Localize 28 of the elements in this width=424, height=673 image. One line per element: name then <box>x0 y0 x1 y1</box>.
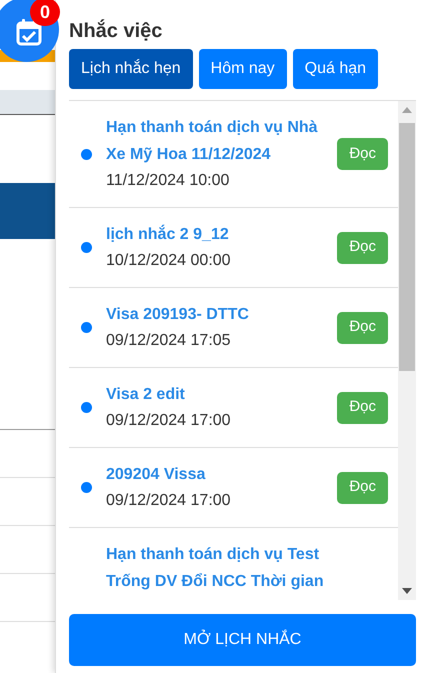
reminder-title[interactable]: lịch nhắc 2 9_12 <box>106 221 332 248</box>
scrollbar-thumb[interactable] <box>399 123 415 371</box>
reminder-time: 09/12/2024 17:00 <box>106 491 232 511</box>
read-button[interactable]: Đọc <box>337 138 388 170</box>
read-button[interactable]: Đọc <box>337 232 388 264</box>
scrollbar[interactable] <box>398 101 416 600</box>
panel-title: Nhắc việc <box>69 19 164 43</box>
reminder-time: 09/12/2024 17:00 <box>106 411 232 431</box>
reminder-title[interactable]: Hạn thanh toán dịch vụ Test Trống DV Đổi NCC Thời gian <box>106 541 326 595</box>
read-button[interactable]: Đọc <box>337 472 388 504</box>
selected-row <box>0 183 55 239</box>
open-reminders-button[interactable]: MỞ LỊCH NHẮC <box>69 614 416 666</box>
reminder-title[interactable]: 209204 Vissa <box>106 461 332 488</box>
reminder-title[interactable]: Visa 209193- DTTC <box>106 301 332 328</box>
reminder-time: 10/12/2024 00:00 <box>106 251 232 271</box>
tab[interactable]: Hôm nay <box>198 49 287 89</box>
calendar-check-icon <box>16 18 42 46</box>
scroll-up-icon[interactable] <box>402 107 412 113</box>
table-header <box>0 90 55 115</box>
read-button[interactable]: Đọc <box>337 392 388 424</box>
read-button[interactable]: Đọc <box>337 312 388 344</box>
reminder-title[interactable]: Visa 2 edit <box>106 381 332 408</box>
reminder-title[interactable]: Hạn thanh toán dịch vụ Nhà Xe Mỹ Hoa 11/12/2024 <box>106 114 332 168</box>
scroll-down-icon[interactable] <box>402 588 412 594</box>
tab[interactable]: Lịch nhắc hẹn <box>69 49 193 89</box>
tab[interactable]: Quá hạn <box>292 49 378 89</box>
reminder-time: 11/12/2024 10:00 <box>106 171 230 191</box>
reminder-time: 09/12/2024 17:05 <box>106 331 232 351</box>
